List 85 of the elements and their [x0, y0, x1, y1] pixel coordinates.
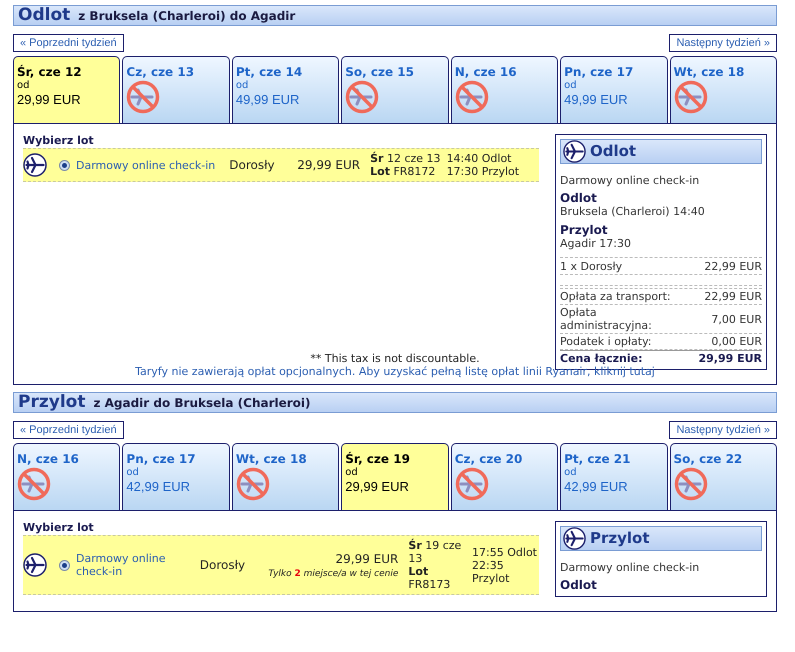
day-tab[interactable]: So, cze 15 — [341, 56, 449, 123]
fee-value: 0,00 EUR — [711, 335, 762, 348]
day-price: 49,99 EUR — [564, 92, 628, 108]
flight-date: Śr 12 cze 13 — [370, 152, 441, 165]
leg-label: Przylot — [560, 223, 609, 237]
from-label: od — [126, 466, 139, 479]
total-price: 29,99 EUR — [698, 352, 762, 365]
leg-value: Bruksela (Charleroi) 14:40 — [560, 205, 706, 219]
fare-type: Darmowy online check-in — [560, 174, 700, 187]
fare-price: 29,99 EUR — [336, 551, 398, 568]
fee-label: Podatek i opłaty: — [560, 335, 653, 348]
departure-time: 17:55 Odlot — [472, 546, 538, 558]
summary-title: Przylot — [590, 532, 650, 545]
passenger-type: Dorosły — [200, 557, 246, 574]
from-label: od — [345, 466, 358, 479]
fee-value: 7,00 EUR — [711, 312, 762, 326]
flight-number: Lot FR8173 — [408, 565, 452, 591]
day-tab[interactable]: N, cze 16 — [450, 56, 558, 123]
fare-price: 29,99 EUR — [297, 157, 360, 174]
day-label: Pn, cze 17 — [564, 65, 634, 79]
arrival-time: 17:30 Przylot — [446, 165, 520, 178]
leg-value: Agadir 17:30 — [560, 237, 632, 251]
day-price: 29,99 EUR — [17, 92, 81, 108]
day-tab[interactable]: Cz, cze 20 — [450, 443, 558, 510]
day-tab[interactable]: Pt, cze 14 od 49,99 EUR — [232, 56, 340, 123]
choose-flight-heading: Wybierz lot — [23, 521, 95, 534]
day-label: Cz, cze 20 — [454, 452, 522, 466]
day-label: Cz, cze 13 — [126, 65, 194, 79]
next-week-button[interactable]: Następny tydzień » — [669, 421, 777, 439]
summary-title: Odlot — [590, 145, 636, 158]
day-label: Wt, cze 18 — [674, 65, 744, 79]
from-label: od — [236, 79, 248, 92]
flight-number: Lot FR8172 — [370, 165, 436, 178]
passenger-type: Dorosły — [229, 157, 276, 174]
route-text: z Bruksela (Charleroi) do Agadir — [78, 8, 296, 25]
day-label: N, cze 16 — [454, 65, 517, 79]
day-label: Wt, cze 18 — [236, 452, 307, 466]
fee-value: 22,99 EUR — [704, 290, 762, 303]
passenger-price: 22,99 EUR — [704, 260, 762, 273]
day-price: 29,99 EUR — [345, 479, 409, 495]
leg-label: Odlot — [560, 578, 598, 592]
leg-label: Odlot — [560, 191, 598, 205]
tax-note: ** This tax is not discountable. — [310, 352, 480, 365]
day-label: Śr, cze 19 — [345, 452, 410, 466]
total-label: Cena łącznie: — [560, 352, 643, 365]
fare-type: Darmowy online check-in — [560, 561, 700, 574]
choose-flight-heading: Wybierz lot — [23, 134, 95, 147]
day-label: N, cze 16 — [17, 452, 79, 466]
route-text: z Agadir do Bruksela (Charleroi) — [93, 395, 311, 412]
departure-time: 14:40 Odlot — [446, 152, 512, 165]
day-label: So, cze 15 — [345, 65, 414, 79]
seats-note: Tylko 2 miejsce/a w tej cenie — [267, 568, 398, 580]
day-label: So, cze 22 — [674, 452, 742, 466]
day-tab[interactable]: Śr, cze 19 od 29,99 EUR — [341, 443, 449, 510]
passenger-label: 1 x Dorosły — [560, 260, 622, 273]
fare-name-link[interactable]: Darmowy online check-in — [76, 158, 216, 172]
day-tab[interactable]: Pn, cze 17 od 42,99 EUR — [122, 443, 230, 510]
day-tab[interactable]: Wt, cze 18 — [670, 56, 777, 123]
day-tab[interactable]: Wt, cze 18 — [232, 443, 340, 510]
day-tab[interactable]: Pn, cze 17 od 49,99 EUR — [560, 56, 668, 123]
day-price: 49,99 EUR — [236, 92, 300, 108]
previous-week-button[interactable]: « Poprzedni tydzień — [13, 421, 124, 439]
from-label: od — [17, 79, 30, 92]
day-tab[interactable]: Cz, cze 13 — [122, 56, 230, 123]
from-label: od — [564, 466, 577, 479]
fee-label: Opłata administracyjna: — [560, 306, 653, 332]
fare-name-link[interactable]: Darmowy online check-in — [76, 552, 186, 578]
day-price: 42,99 EUR — [564, 479, 628, 495]
day-tab[interactable]: So, cze 22 — [670, 443, 777, 510]
arrival-time: 22:35 Przylot — [472, 558, 510, 584]
flight-date: Śr 19 cze 13 — [408, 539, 462, 565]
fee-label: Opłata za transport: — [560, 290, 672, 303]
day-tab[interactable]: Śr, cze 12 od 29,99 EUR — [13, 56, 120, 123]
next-week-button[interactable]: Następny tydzień » — [669, 34, 777, 52]
day-tab[interactable]: Pt, cze 21 od 42,99 EUR — [560, 443, 668, 510]
day-label: Pt, cze 21 — [564, 452, 630, 466]
day-tab[interactable]: N, cze 16 — [13, 443, 120, 510]
from-label: od — [564, 79, 577, 92]
day-label: Śr, cze 12 — [17, 65, 82, 79]
previous-week-button[interactable]: « Poprzedni tydzień — [13, 34, 124, 52]
day-price: 42,99 EUR — [126, 479, 190, 495]
section-title: Przylot — [18, 393, 86, 412]
section-title: Odlot — [18, 6, 70, 25]
day-label: Pt, cze 14 — [236, 65, 302, 79]
day-label: Pn, cze 17 — [126, 452, 196, 466]
